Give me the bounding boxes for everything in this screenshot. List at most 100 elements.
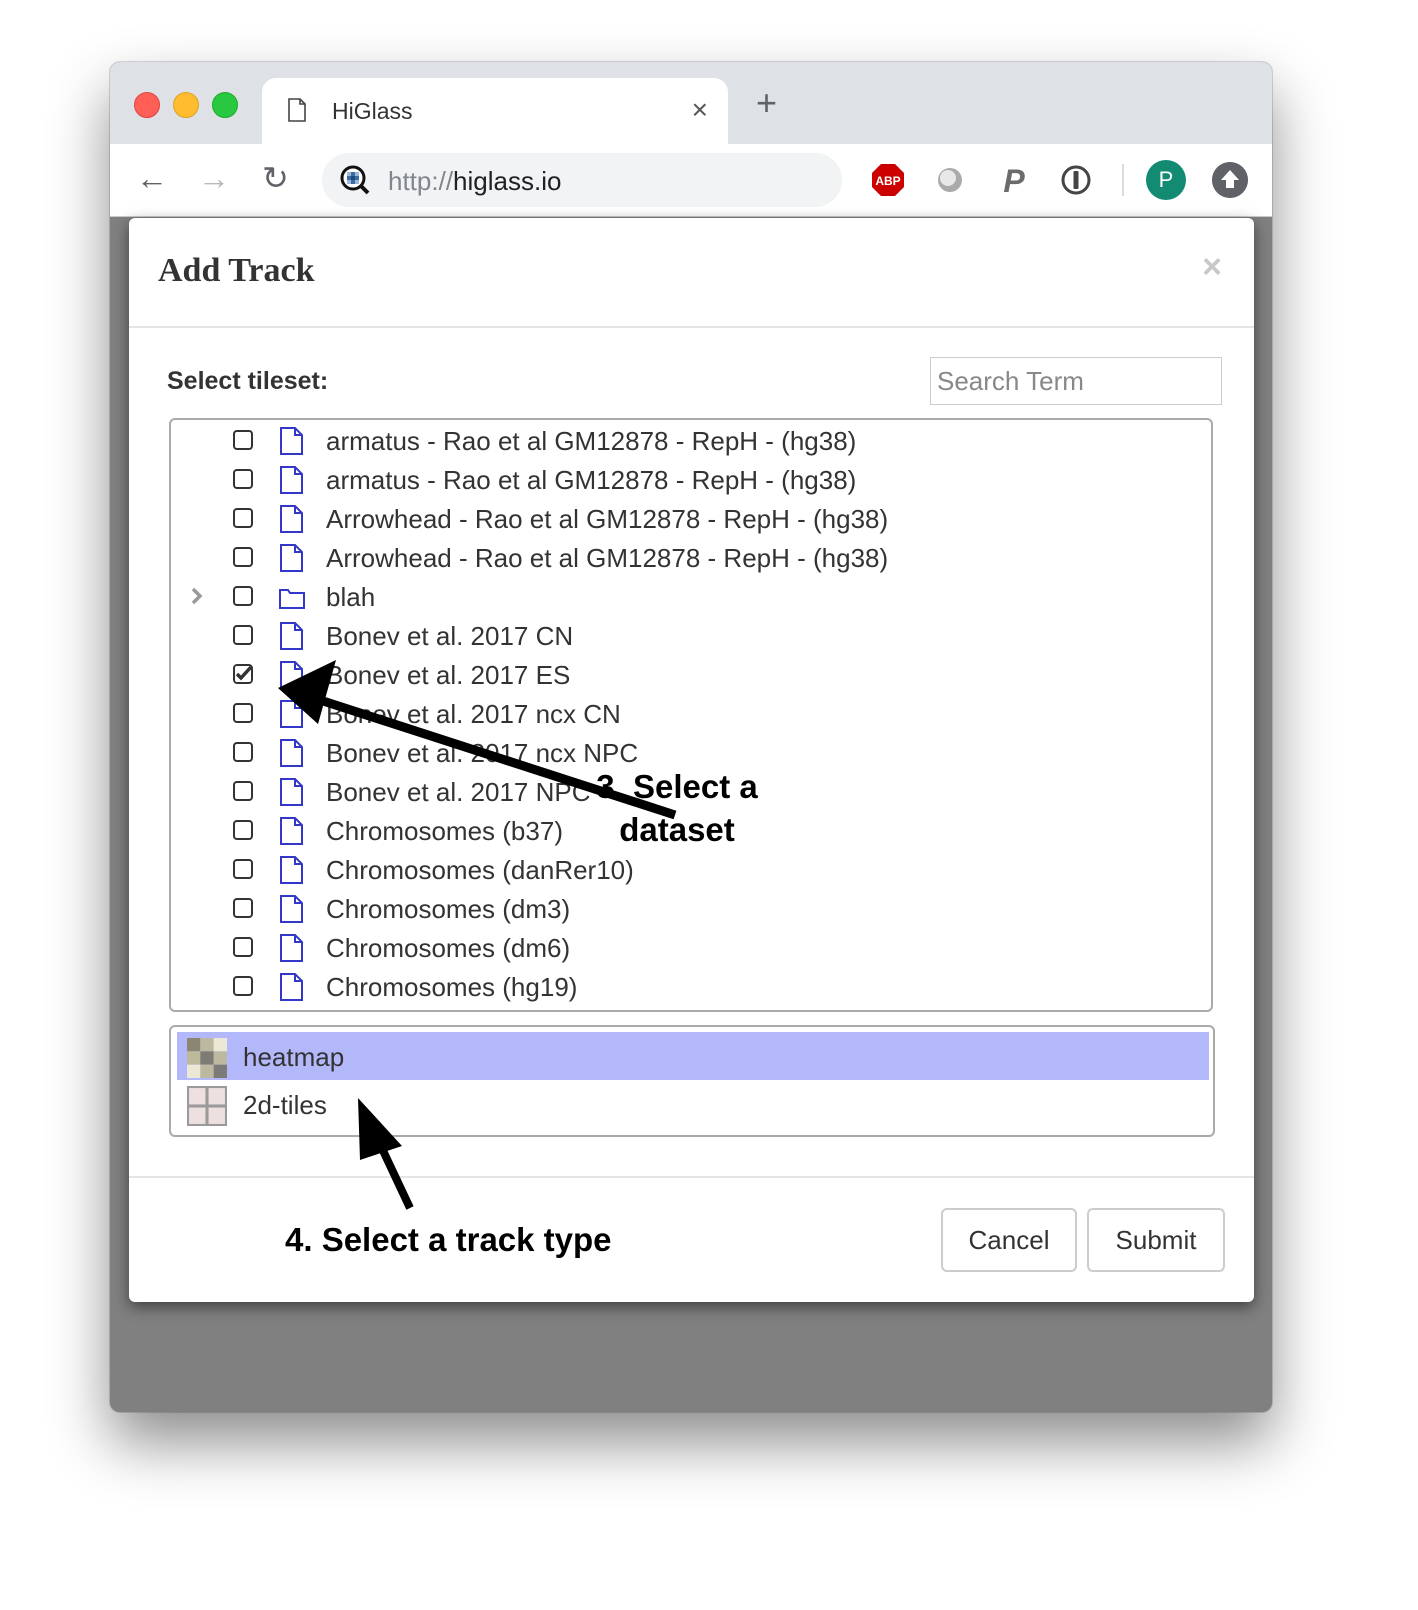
- checkbox[interactable]: [233, 781, 253, 801]
- tileset-label: Chromosomes (hg19): [326, 972, 578, 1002]
- file-icon: [280, 895, 303, 923]
- file-icon: [280, 934, 303, 962]
- search-input[interactable]: [930, 357, 1222, 405]
- tileset-row[interactable]: Chromosomes (dm3): [171, 890, 1211, 929]
- tileset-label: Chromosomes (b37): [326, 816, 563, 846]
- minimize-window-button[interactable]: [173, 92, 199, 118]
- toolbar-separator: [1122, 164, 1124, 196]
- file-icon: [280, 817, 303, 845]
- tileset-label: Chromosomes (dm3): [326, 894, 571, 924]
- tileset-row[interactable]: Chromosomes (dm6): [171, 929, 1211, 968]
- file-icon: [280, 505, 303, 533]
- annotation-step-3: 3. Select a dataset: [596, 768, 758, 848]
- tileset-label: Arrowhead - Rao et al GM12878 - RepH - (…: [326, 504, 889, 534]
- tileset-row[interactable]: blah: [171, 578, 1211, 617]
- checkbox[interactable]: [233, 430, 253, 450]
- checkbox[interactable]: [233, 859, 253, 879]
- tileset-tree[interactable]: armatus - Rao et al GM12878 - RepH - (hg…: [169, 418, 1213, 1012]
- checkbox[interactable]: [233, 625, 253, 645]
- chevron-right-icon[interactable]: [189, 584, 205, 608]
- tileset-row[interactable]: Arrowhead - Rao et al GM12878 - RepH - (…: [171, 500, 1211, 539]
- file-icon: [280, 700, 303, 728]
- tileset-row[interactable]: Bonev et al. 2017 ES: [171, 656, 1211, 695]
- tileset-label: armatus - Rao et al GM12878 - RepH - (hg…: [326, 465, 857, 495]
- file-icon: [280, 778, 303, 806]
- modal-title: Add Track: [158, 252, 315, 289]
- file-icon: [280, 466, 303, 494]
- tileset-row[interactable]: Chromosomes (danRer10): [171, 851, 1211, 890]
- file-icon: [280, 856, 303, 884]
- page-icon: [288, 98, 306, 122]
- tileset-label: armatus - Rao et al GM12878 - RepH - (hg…: [326, 426, 857, 456]
- browser-window: HiGlass × + ← → ↻ http://higlass.io ABP: [110, 62, 1272, 1412]
- svg-text:P: P: [1003, 163, 1025, 198]
- ghostery-icon[interactable]: [932, 162, 968, 198]
- tileset-label: blah: [326, 582, 376, 612]
- checkbox[interactable]: [233, 820, 253, 840]
- checkbox-checked[interactable]: [233, 664, 253, 684]
- checkbox[interactable]: [233, 469, 253, 489]
- tileset-label: Arrowhead - Rao et al GM12878 - RepH - (…: [326, 543, 889, 573]
- url-text: http://higlass.io: [388, 166, 561, 197]
- modal-footer-divider: [129, 1176, 1254, 1178]
- tileset-label: Bonev et al. 2017 NPC: [326, 777, 591, 807]
- forward-button[interactable]: →: [198, 160, 230, 196]
- tileset-label: Chromosomes (dm6): [326, 933, 571, 963]
- tab-strip: HiGlass × +: [110, 62, 1272, 144]
- address-bar[interactable]: http://higlass.io: [322, 153, 842, 207]
- tileset-row[interactable]: Bonev et al. 2017 CN: [171, 617, 1211, 656]
- file-icon: [280, 739, 303, 767]
- file-icon: [280, 622, 303, 650]
- profile-avatar[interactable]: P: [1146, 160, 1186, 200]
- 2d-tiles-icon: [187, 1086, 227, 1126]
- close-window-button[interactable]: [134, 92, 160, 118]
- tileset-row[interactable]: Arrowhead - Rao et al GM12878 - RepH - (…: [171, 539, 1211, 578]
- checkbox[interactable]: [233, 976, 253, 996]
- url-host: higlass.io: [453, 166, 562, 196]
- tileset-row[interactable]: armatus - Rao et al GM12878 - RepH - (hg…: [171, 461, 1211, 500]
- checkbox[interactable]: [233, 547, 253, 567]
- add-track-modal: Add Track × Select tileset: armatus - Ra…: [129, 218, 1254, 1302]
- file-icon: [280, 973, 303, 1001]
- tileset-label: Bonev et al. 2017 ES: [326, 660, 571, 690]
- tileset-row[interactable]: Chromosomes (hg38): [171, 1007, 1211, 1012]
- checkbox[interactable]: [233, 742, 253, 762]
- update-icon[interactable]: [1212, 162, 1248, 198]
- modal-header: Add Track ×: [129, 218, 1254, 328]
- cancel-button[interactable]: Cancel: [941, 1208, 1077, 1272]
- checkbox[interactable]: [233, 703, 253, 723]
- tileset-label: Chromosomes (hg38): [326, 1011, 577, 1012]
- tileset-row[interactable]: Chromosomes (hg19): [171, 968, 1211, 1007]
- adblock-plus-icon[interactable]: ABP: [870, 162, 906, 198]
- abp-label: ABP: [875, 174, 900, 188]
- folder-icon: [279, 589, 305, 609]
- checkbox[interactable]: [233, 586, 253, 606]
- 1password-icon[interactable]: [1058, 162, 1094, 198]
- p-extension-icon[interactable]: P: [996, 162, 1032, 198]
- track-type-list[interactable]: heatmap 2d-tiles: [169, 1025, 1215, 1137]
- tileset-row[interactable]: Bonev et al. 2017 ncx CN: [171, 695, 1211, 734]
- modal-close-icon[interactable]: ×: [1202, 248, 1222, 287]
- checkbox[interactable]: [233, 508, 253, 528]
- submit-button[interactable]: Submit: [1087, 1208, 1225, 1272]
- higlass-site-icon: [340, 165, 370, 195]
- maximize-window-button[interactable]: [212, 92, 238, 118]
- checkbox[interactable]: [233, 898, 253, 918]
- browser-tab[interactable]: HiGlass ×: [262, 78, 728, 144]
- track-type-label: 2d-tiles: [243, 1090, 327, 1120]
- tileset-row[interactable]: armatus - Rao et al GM12878 - RepH - (hg…: [171, 422, 1211, 461]
- tab-close-icon[interactable]: ×: [692, 94, 708, 126]
- url-scheme: http://: [388, 166, 454, 196]
- new-tab-button[interactable]: +: [756, 85, 777, 121]
- reload-button[interactable]: ↻: [262, 160, 289, 196]
- track-type-heatmap[interactable]: heatmap: [177, 1032, 1209, 1080]
- annotation-step-4: 4. Select a track type: [285, 1221, 612, 1258]
- file-icon: [280, 544, 303, 572]
- checkbox[interactable]: [233, 937, 253, 957]
- back-button[interactable]: ←: [136, 160, 168, 196]
- browser-toolbar: ← → ↻ http://higlass.io ABP P P: [110, 144, 1272, 217]
- track-type-2d-tiles[interactable]: 2d-tiles: [177, 1080, 1209, 1128]
- tileset-label: Chromosomes (danRer10): [326, 855, 634, 885]
- file-icon: [280, 427, 303, 455]
- heatmap-icon: [187, 1038, 227, 1078]
